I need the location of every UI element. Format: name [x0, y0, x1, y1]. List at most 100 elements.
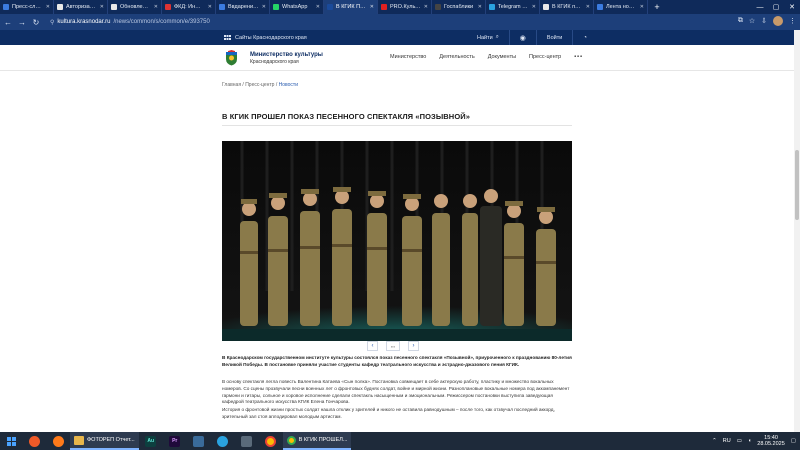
notifications-icon[interactable]: ▢ [791, 438, 796, 444]
photo-viewer-taskbar-icon[interactable] [187, 432, 211, 450]
scrollbar-thumb[interactable] [795, 150, 799, 220]
org-name-block[interactable]: Министерство культуры Краснодарского кра… [250, 52, 323, 66]
breadcrumb-news[interactable]: Новости [279, 82, 298, 88]
rss-icon[interactable]: ◔ [583, 35, 587, 41]
url-path: /news/common/s/common/e/393750 [113, 19, 210, 25]
maximize-icon[interactable]: ▢ [768, 0, 784, 14]
language-indicator[interactable]: RU [723, 438, 731, 444]
nav-item-ministry[interactable]: Министерство [390, 54, 426, 60]
regional-sites-link[interactable]: Сайты Краснодарского края [224, 34, 307, 41]
chrome-taskbar-icon[interactable] [259, 432, 283, 450]
url-field[interactable]: ⚲ kultura.krasnodar.ru/news/common/s/com… [46, 17, 214, 28]
tab-close-icon[interactable]: ✕ [532, 4, 536, 10]
minimize-icon[interactable]: — [752, 0, 768, 14]
tray-chevron-icon[interactable]: ⌃ [712, 438, 717, 444]
telegram-taskbar-icon[interactable] [211, 432, 235, 450]
os-taskbar: ФОТОРЕП Отчет... Au Pr В КГИК ПРОШЕЛ... … [0, 432, 800, 450]
browser-tab[interactable]: ФКД: Информ✕ [162, 0, 216, 14]
browser-tab[interactable]: Пресс-служба✕ [0, 0, 54, 14]
breadcrumb-press-center[interactable]: Пресс-центр [245, 82, 274, 88]
tab-label: В КГИК ПРОШ [336, 4, 367, 10]
search-button[interactable]: Найти ⌕ [477, 34, 499, 41]
new-tab-button[interactable]: + [651, 1, 663, 13]
tab-close-icon[interactable]: ✕ [370, 4, 374, 10]
browser-tab[interactable]: WhatsApp ✕ [270, 0, 324, 14]
close-icon[interactable]: ✕ [784, 0, 800, 14]
stage-photo-illustration [222, 141, 572, 341]
browser-tab[interactable]: Ввдарение - П✕ [216, 0, 270, 14]
tab-close-icon[interactable]: ✕ [478, 4, 482, 10]
org-name: Министерство культуры [250, 52, 323, 58]
nav-more-button[interactable]: ••• [574, 54, 583, 60]
tab-favicon-icon [111, 4, 117, 10]
tab-label: Авторизация [66, 4, 97, 10]
login-link[interactable]: Войти [547, 35, 562, 41]
taskbar-item-chrome-active[interactable]: В КГИК ПРОШЕЛ... [282, 432, 352, 450]
nav-item-documents[interactable]: Документы [488, 54, 516, 60]
tab-close-icon[interactable]: ✕ [640, 4, 644, 10]
firefox-taskbar-icon[interactable] [46, 432, 70, 450]
site-header: Министерство культуры Краснодарского кра… [0, 45, 800, 71]
extensions-icon[interactable]: ⧉ [738, 17, 743, 25]
tab-close-icon[interactable]: ✕ [46, 4, 50, 10]
downloads-icon[interactable]: ⇩ [761, 17, 767, 25]
page-scrollbar[interactable] [794, 30, 800, 432]
clock[interactable]: 15:40 28.05.2025 [757, 435, 785, 447]
tab-close-icon[interactable]: ✕ [424, 4, 428, 10]
yandex-browser-taskbar-icon[interactable] [22, 432, 46, 450]
krasnodar-coat-of-arms-logo[interactable] [224, 50, 239, 66]
tab-close-icon[interactable]: ✕ [154, 4, 158, 10]
tab-favicon-icon [165, 4, 171, 10]
divider [572, 30, 574, 45]
nav-item-press-center[interactable]: Пресс-центр [529, 54, 561, 60]
tab-close-icon[interactable]: ✕ [262, 4, 266, 10]
article-photo[interactable] [222, 141, 572, 341]
grid-icon [224, 34, 231, 40]
bookmark-star-icon[interactable]: ☆ [749, 17, 755, 25]
tab-close-icon[interactable]: ✕ [100, 4, 104, 10]
gallery-pager: ‹ ▪▪▪ › [367, 341, 419, 351]
tab-close-icon[interactable]: ✕ [316, 4, 320, 10]
tab-close-icon[interactable]: ✕ [208, 4, 212, 10]
site-info-icon[interactable]: ⚲ [50, 19, 54, 26]
network-icon[interactable]: ▭ [737, 438, 742, 444]
taskbar-item-folder[interactable]: ФОТОРЕП Отчет... [70, 432, 139, 450]
premiere-taskbar-icon[interactable]: Pr [163, 432, 187, 450]
tab-label: Обновление ст [120, 4, 151, 10]
tab-label: ФКД: Информ [174, 4, 205, 10]
start-button[interactable] [0, 432, 22, 450]
article-paragraph: В основу спектакля легла повесть Валенти… [222, 379, 570, 405]
tab-favicon-icon [57, 4, 63, 10]
browser-tab[interactable]: В КГИК прош ✕ [540, 0, 594, 14]
browser-tab[interactable]: Госпаблики ✕ [432, 0, 486, 14]
search-icon: ⌕ [495, 34, 499, 40]
forward-icon[interactable]: → [18, 18, 26, 27]
accessibility-eye-icon[interactable]: ◉ [520, 34, 526, 42]
browser-tab[interactable]: Обновление ст✕ [108, 0, 162, 14]
tab-label: WhatsApp [282, 4, 308, 10]
browser-tab[interactable]: Telegram Web✕ [486, 0, 540, 14]
browser-tab[interactable]: Лента новостей✕ [594, 0, 648, 14]
tab-close-icon[interactable]: ✕ [586, 4, 590, 10]
browser-tab[interactable]: PRO.Культура.Р✕ [378, 0, 432, 14]
profile-avatar[interactable] [773, 16, 783, 26]
reload-icon[interactable]: ↻ [32, 18, 40, 27]
volume-icon[interactable]: ◖ [748, 438, 751, 444]
breadcrumb-home[interactable]: Главная [222, 82, 241, 88]
address-bar: ← → ↻ ⚲ kultura.krasnodar.ru/news/common… [0, 14, 800, 30]
gallery-next-button[interactable]: › [408, 341, 419, 351]
tab-label: Лента новостей [606, 4, 637, 10]
nav-item-activity[interactable]: Деятельность [439, 54, 474, 60]
back-icon[interactable]: ← [4, 18, 12, 27]
divider [508, 30, 510, 45]
menu-kebab-icon[interactable]: ⋮ [789, 17, 796, 25]
gallery-thumbnail-strip[interactable]: ▪▪▪ [386, 341, 400, 351]
gallery-prev-button[interactable]: ‹ [367, 341, 378, 351]
url-host: kultura.krasnodar.ru [57, 19, 111, 25]
audition-taskbar-icon[interactable]: Au [139, 432, 163, 450]
browser-tab[interactable]: В КГИК ПРОШ✕ [324, 0, 378, 14]
tab-list: Пресс-служба✕Авторизация✕Обновление ст✕Ф… [0, 0, 648, 14]
site-top-bar-actions: Найти ⌕ ◉ Войти ◔ [477, 30, 587, 45]
browser-tab[interactable]: Авторизация ✕ [54, 0, 108, 14]
mail-taskbar-icon[interactable] [235, 432, 259, 450]
